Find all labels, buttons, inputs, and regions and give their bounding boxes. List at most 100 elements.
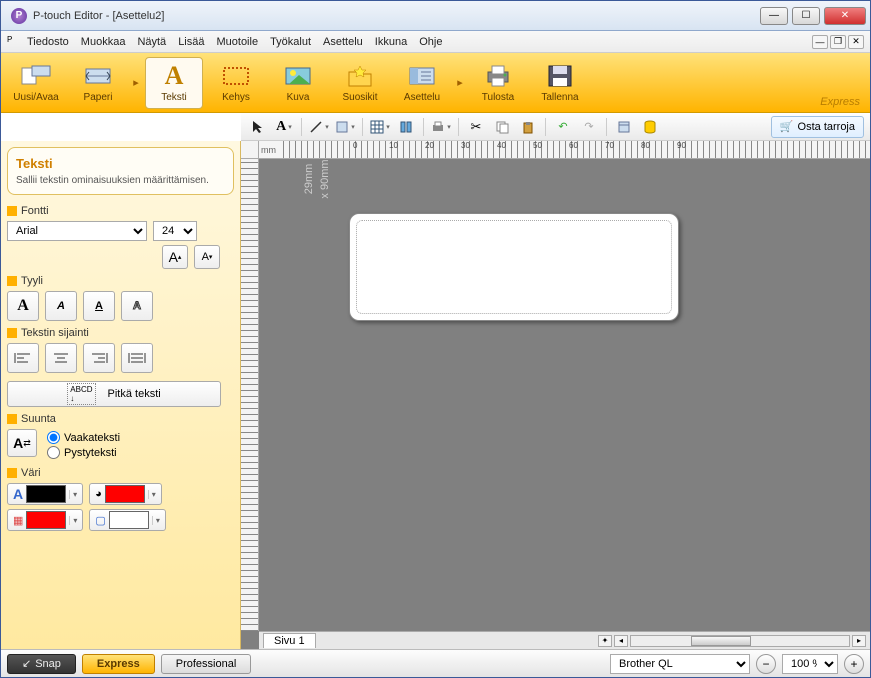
horizontal-radio[interactable] (47, 431, 60, 444)
menu-help[interactable]: Ohje (413, 34, 448, 50)
menu-layout[interactable]: Asettelu (317, 34, 369, 50)
menu-app-icon[interactable]: P (7, 35, 21, 49)
text-tool[interactable]: A (273, 116, 295, 138)
align-left-button[interactable] (7, 343, 39, 373)
save-icon (544, 62, 576, 90)
align-center-button[interactable] (45, 343, 77, 373)
main-area: Teksti Sallii tekstin ominaisuuksien mää… (1, 141, 870, 649)
close-button[interactable]: ✕ (824, 7, 866, 25)
mode-express-button[interactable]: Express (82, 654, 155, 674)
undo-tool[interactable]: ↶ (552, 116, 574, 138)
ribbon-image-label: Kuva (287, 92, 310, 103)
paper-icon (82, 62, 114, 90)
increase-font-button[interactable]: A▴ (162, 245, 188, 269)
menubar: P Tiedosto Muokkaa Näytä Lisää Muotoile … (1, 31, 870, 53)
mdi-minimize[interactable]: — (812, 35, 828, 49)
ribbon-arrow2-icon: ▸ (455, 76, 465, 89)
buy-labels-button[interactable]: 🛒 Osta tarroja (771, 116, 864, 138)
ribbon-frame[interactable]: Kehys (207, 57, 265, 109)
menu-insert[interactable]: Lisää (172, 34, 210, 50)
ribbon-layout[interactable]: Asettelu (393, 57, 451, 109)
pointer-tool[interactable] (247, 116, 269, 138)
tab-new-icon[interactable]: ✦ (598, 635, 612, 647)
text-color-button[interactable]: A▾ (7, 483, 83, 505)
maximize-button[interactable]: ☐ (792, 7, 820, 25)
properties-tool[interactable] (613, 116, 635, 138)
text-icon: A (158, 62, 190, 90)
fill-color-button[interactable]: ◕▾ (89, 483, 162, 505)
label-page[interactable] (349, 213, 679, 321)
ribbon-print-label: Tulosta (482, 92, 514, 103)
ribbon-image[interactable]: Kuva (269, 57, 327, 109)
paste-tool[interactable] (517, 116, 539, 138)
line-tool[interactable] (308, 116, 330, 138)
frame-icon (220, 62, 252, 90)
panel-title: Teksti (16, 156, 225, 171)
redo-tool[interactable]: ↷ (578, 116, 600, 138)
menu-view[interactable]: Näytä (131, 34, 172, 50)
vertical-radio[interactable] (47, 446, 60, 459)
long-text-button[interactable]: ABCD↓ Pitkä teksti (7, 381, 221, 407)
align-tool[interactable] (395, 116, 417, 138)
properties-sidebar: Teksti Sallii tekstin ominaisuuksien mää… (1, 141, 241, 649)
ribbon-favorites[interactable]: Suosikit (331, 57, 389, 109)
frame-color-button[interactable]: ▢▾ (89, 509, 165, 531)
mdi-controls: — ❐ ✕ (812, 35, 864, 49)
scroll-left[interactable]: ◂ (614, 635, 628, 647)
table-tool[interactable] (369, 116, 391, 138)
cut-tool[interactable]: ✂ (465, 116, 487, 138)
ruler-corner (241, 141, 259, 159)
ribbon-save[interactable]: Tallenna (531, 57, 589, 109)
ribbon-paper[interactable]: Paperi (69, 57, 127, 109)
mode-pro-button[interactable]: Professional (161, 654, 252, 674)
titlebar: P P-touch Editor - [Asettelu2] — ☐ ✕ (1, 1, 870, 31)
hscroll-track[interactable] (630, 635, 850, 647)
font-family-select[interactable]: Arial (7, 221, 147, 241)
zoom-out-button[interactable]: − (756, 654, 776, 674)
ribbon-text[interactable]: A Teksti (145, 57, 203, 109)
minimize-button[interactable]: — (760, 7, 788, 25)
ribbon-save-label: Tallenna (541, 92, 578, 103)
zoom-in-button[interactable]: + (844, 654, 864, 674)
mode-snap-label: Snap (35, 658, 61, 670)
vertical-label: Pystyteksti (64, 447, 117, 459)
hscroll-thumb[interactable] (691, 636, 751, 646)
outline-button[interactable]: A (121, 291, 153, 321)
ruler-unit: mm (261, 145, 276, 155)
page-tab-1[interactable]: Sivu 1 (263, 633, 316, 648)
italic-button[interactable]: A (45, 291, 77, 321)
vertical-ruler[interactable] (241, 159, 259, 631)
copy-tool[interactable] (491, 116, 513, 138)
horizontal-ruler[interactable]: mm 0 10 20 30 40 50 60 70 80 90 (259, 141, 870, 159)
menu-format[interactable]: Muotoile (210, 34, 264, 50)
print-tool[interactable] (430, 116, 452, 138)
align-justify-button[interactable] (121, 343, 153, 373)
underline-button[interactable]: A (83, 291, 115, 321)
mode-snap-button[interactable]: ↙Snap (7, 654, 76, 674)
font-section-title: Fontti (7, 205, 234, 217)
bold-button[interactable]: A (7, 291, 39, 321)
shape-tool[interactable] (334, 116, 356, 138)
decrease-font-button[interactable]: A▾ (194, 245, 220, 269)
menu-window[interactable]: Ikkuna (369, 34, 413, 50)
menu-file[interactable]: Tiedosto (21, 34, 75, 50)
canvas-viewport[interactable]: 29mmx 90mm (259, 159, 870, 631)
scroll-right[interactable]: ▸ (852, 635, 866, 647)
mdi-close[interactable]: ✕ (848, 35, 864, 49)
mdi-restore[interactable]: ❐ (830, 35, 846, 49)
zoom-select[interactable]: 100 % (782, 654, 838, 674)
menu-tools[interactable]: Työkalut (264, 34, 317, 50)
menu-edit[interactable]: Muokkaa (75, 34, 132, 50)
bg-color-button[interactable]: ▦▾ (7, 509, 83, 531)
long-text-icon: ABCD↓ (67, 383, 95, 405)
ribbon-print[interactable]: Tulosta (469, 57, 527, 109)
align-right-button[interactable] (83, 343, 115, 373)
image-icon (282, 62, 314, 90)
app-icon: P (11, 8, 27, 24)
font-size-select[interactable]: 24 (153, 221, 197, 241)
statusbar: ↙Snap Express Professional Brother QL − … (1, 649, 870, 677)
ribbon-new-open-label: Uusi/Avaa (13, 92, 58, 103)
printer-select[interactable]: Brother QL (610, 654, 750, 674)
database-tool[interactable] (639, 116, 661, 138)
ribbon-new-open[interactable]: Uusi/Avaa (7, 57, 65, 109)
